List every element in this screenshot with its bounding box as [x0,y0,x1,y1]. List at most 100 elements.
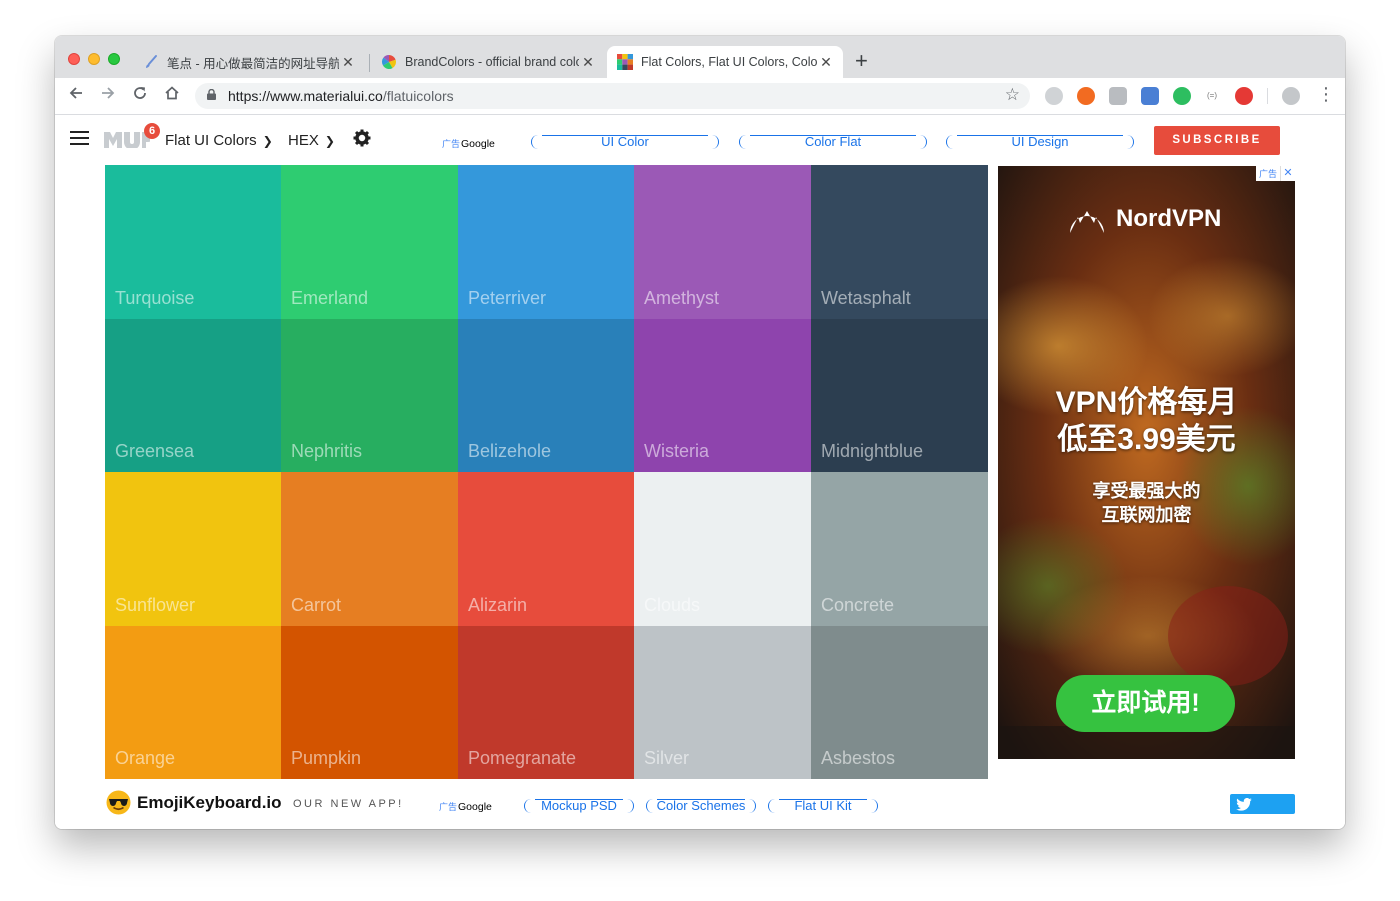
lock-icon [207,89,216,100]
url-path: /flatuicolors [382,88,454,104]
color-grid-icon [617,54,633,70]
browser-toolbar: https://www.materialui.co/flatuicolors ☆… [55,78,1345,115]
ad-label: 广告Google [439,800,492,813]
ad-subheadline: 享受最强大的 互联网加密 [998,479,1295,527]
color-swatch-turquoise[interactable]: Turquoise [105,165,281,319]
color-swatch-orange[interactable]: Orange [105,625,281,779]
chevron-down-icon: ❯ [324,134,335,148]
color-name: Asbestos [821,748,896,768]
color-swatch-alizarin[interactable]: Alizarin [458,472,634,626]
ad-sub-line-1: 享受最强大的 [1092,481,1201,501]
ad-cta-button[interactable]: 立即试用! [1056,675,1235,732]
color-name: Sunflower [115,594,196,615]
tab-title: Flat Colors, Flat UI Colors, Color [641,55,817,69]
more-menu-icon[interactable]: ⋮ [1317,83,1335,105]
ad-label: 广告Google [442,137,495,150]
tab-brandcolors[interactable]: BrandColors - official brand colors ✕ [371,46,605,78]
back-icon[interactable] [68,85,84,106]
forward-icon[interactable] [100,85,116,106]
color-name: Orange [115,748,176,768]
ad-headline: VPN价格每月 低至3.99美元 [998,384,1295,458]
notification-badge: 6 [144,123,160,139]
color-swatch-peterriver[interactable]: Peterriver [458,165,634,319]
subscribe-button[interactable]: SUBSCRIBE [1154,126,1280,155]
brush-icon [143,54,159,70]
twitter-share-button[interactable] [1230,794,1295,814]
color-swatch-belizehole[interactable]: Belizehole [458,318,634,472]
sunglasses-emoji-icon [106,790,131,815]
twitter-icon [1236,798,1252,811]
home-icon[interactable] [164,85,180,106]
maximize-window-button[interactable] [108,53,120,65]
close-window-button[interactable] [68,53,80,65]
ad-choices[interactable]: 广告 ✕ [1255,166,1295,181]
tab-divider [369,54,370,72]
ad-sub-line-2: 互联网加密 [1101,505,1192,525]
color-swatch-silver[interactable]: Silver [634,625,811,779]
emojikeyboard-link[interactable]: EmojiKeyboard.io [137,793,282,813]
color-swatch-greensea[interactable]: Greensea [105,318,281,472]
tab-bidian[interactable]: 笔点 - 用心做最简洁的网址导航 ✕ [133,46,365,78]
close-icon[interactable]: ✕ [1280,166,1295,181]
color-name: Wisteria [644,441,710,461]
browser-window: 笔点 - 用心做最简洁的网址导航 ✕ BrandColors - officia… [55,36,1345,829]
color-name: Turquoise [115,287,195,308]
ad-brand-name: NordVPN [1116,205,1222,232]
format-dropdown[interactable]: HEX ❯ [288,132,335,149]
ad-link-mockup-psd[interactable]: Mockup PSD [524,799,634,813]
color-name: Wetasphalt [821,287,911,308]
ad-link-ui-color[interactable]: UI Color [531,135,719,149]
color-name: Concrete [821,594,895,615]
reload-icon[interactable] [132,85,148,106]
extension-icon[interactable] [1045,87,1063,105]
color-swatch-pumpkin[interactable]: Pumpkin [281,625,458,779]
color-swatch-midnightblue[interactable]: Midnightblue [811,318,988,472]
color-swatch-pomegranate[interactable]: Pomegranate [458,625,634,779]
color-swatch-wetasphalt[interactable]: Wetasphalt [811,165,988,319]
palette-dropdown[interactable]: Flat UI Colors ❯ [165,132,273,149]
nordvpn-logo-icon [1070,211,1104,233]
extension-icon[interactable] [1235,87,1253,105]
ad-link-ui-design[interactable]: UI Design [946,135,1134,149]
nordvpn-ad[interactable]: 广告 ✕ NordVPN VPN价格每月 低至3.99美元 享受最强大的 互联网加… [998,166,1295,759]
color-wheel-icon [381,54,397,70]
gear-icon[interactable] [353,129,371,153]
color-swatch-carrot[interactable]: Carrot [281,472,458,626]
close-tab-icon[interactable]: ✕ [817,54,835,71]
star-icon[interactable]: ☆ [1005,85,1020,105]
evernote-icon[interactable] [1173,87,1191,105]
page-content: 6 Flat UI Colors ❯ HEX ❯ 广告Google UI Color… [55,115,1345,829]
ad-link-color-flat[interactable]: Color Flat [739,135,927,149]
color-name: Greensea [115,441,195,461]
toolbar-divider [1267,88,1268,104]
minimize-window-button[interactable] [88,53,100,65]
ad-background-image [998,166,1295,759]
color-swatch-sunflower[interactable]: Sunflower [105,472,281,626]
color-swatch-amethyst[interactable]: Amethyst [634,165,811,319]
menu-icon[interactable] [70,131,89,145]
color-swatch-clouds[interactable]: Clouds [634,472,811,626]
color-swatch-asbestos[interactable]: Asbestos [811,625,988,779]
extension-icon[interactable]: (=) [1203,87,1221,105]
color-swatch-concrete[interactable]: Concrete [811,472,988,626]
ad-label-google: Google [458,801,492,813]
color-swatch-nephritis[interactable]: Nephritis [281,318,458,472]
format-dropdown-label: HEX [288,132,319,149]
profile-avatar[interactable] [1282,87,1300,105]
ad-link-flat-ui-kit[interactable]: Flat UI Kit [768,799,878,813]
color-name: Midnightblue [821,441,924,461]
extension-icon[interactable] [1109,87,1127,105]
close-tab-icon[interactable]: ✕ [339,54,357,71]
nordvpn-brand: NordVPN [1068,203,1221,235]
ad-link-color-schemes[interactable]: Color Schemes [646,799,756,813]
tab-flatuicolors[interactable]: Flat Colors, Flat UI Colors, Color ✕ [607,46,843,78]
translate-icon[interactable] [1141,87,1159,105]
color-swatch-emerland[interactable]: Emerland [281,165,458,319]
close-tab-icon[interactable]: ✕ [579,54,597,71]
address-bar[interactable]: https://www.materialui.co/flatuicolors ☆ [195,83,1030,109]
palette-dropdown-label: Flat UI Colors [165,132,257,149]
new-tab-button[interactable]: + [855,50,868,72]
color-swatch-wisteria[interactable]: Wisteria [634,318,811,472]
chevron-down-icon: ❯ [262,134,273,148]
extension-icon[interactable] [1077,87,1095,105]
